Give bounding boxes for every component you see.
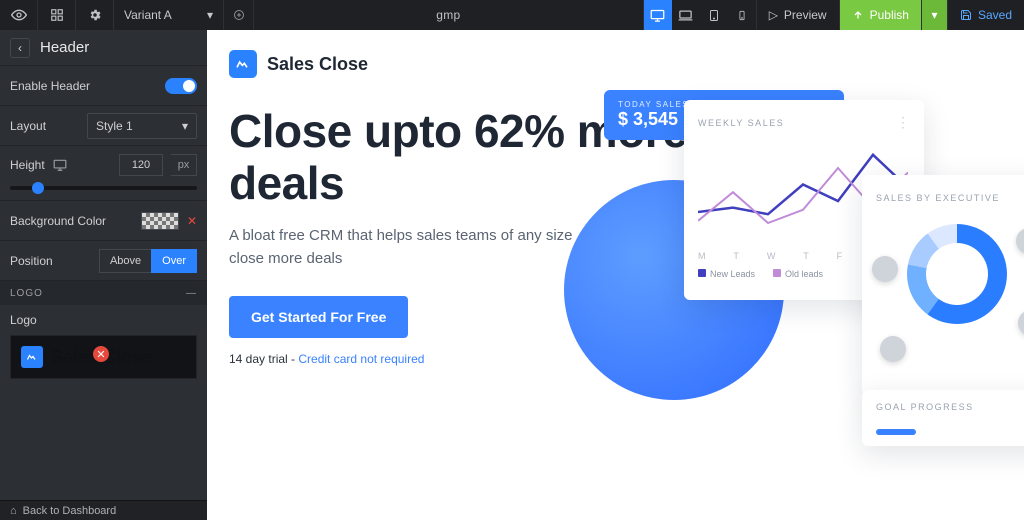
height-unit[interactable]: px (171, 154, 197, 176)
device-switcher (643, 0, 756, 30)
panel-title: Header (40, 39, 89, 56)
device-desktop-icon[interactable] (644, 0, 672, 30)
height-label: Height (10, 158, 45, 172)
add-variant-button[interactable] (224, 0, 254, 30)
position-over[interactable]: Over (151, 249, 197, 273)
page-title: gmp (254, 8, 643, 22)
legend-new: New Leads (710, 269, 755, 279)
back-to-dashboard-label: Back to Dashboard (23, 505, 117, 517)
collapse-icon: — (186, 288, 197, 299)
panel-footer[interactable]: ⌂ Back to Dashboard (0, 500, 207, 520)
today-label: TODAY SALES (618, 100, 689, 109)
device-tablet-icon[interactable] (700, 0, 728, 30)
cta-button[interactable]: Get Started For Free (229, 296, 408, 338)
device-mobile-icon[interactable] (728, 0, 756, 30)
device-laptop-icon[interactable] (672, 0, 700, 30)
position-above[interactable]: Above (99, 249, 151, 273)
avatar (1016, 228, 1024, 254)
publish-dropdown[interactable]: ▾ (921, 0, 947, 30)
panel-back-button[interactable]: ‹ (10, 38, 30, 58)
variant-select[interactable]: Variant A ▾ (114, 0, 224, 30)
height-slider[interactable] (10, 186, 197, 190)
bgcolor-label: Background Color (10, 214, 106, 228)
layout-select[interactable]: Style 1 ▾ (87, 113, 197, 139)
today-value: $ 3,545 (618, 109, 689, 130)
brand-logo-icon (229, 50, 257, 78)
layout-value: Style 1 (96, 119, 133, 133)
upload-icon (852, 9, 864, 21)
enable-header-label: Enable Header (10, 79, 90, 93)
saved-indicator[interactable]: Saved (947, 0, 1024, 30)
saved-label: Saved (978, 8, 1012, 22)
logo-preview[interactable]: Sales Close ✕ (10, 335, 197, 379)
chevron-down-icon: ▾ (182, 119, 188, 133)
logo-delete-icon[interactable]: ✕ (93, 346, 109, 362)
site-header[interactable]: Sales Close (207, 30, 1024, 78)
avatar (872, 256, 898, 282)
variant-label: Variant A (124, 8, 172, 22)
bgcolor-clear-icon[interactable]: ✕ (187, 214, 197, 228)
position-label: Position (10, 254, 53, 268)
layout-label: Layout (10, 119, 46, 133)
grid-icon[interactable] (38, 0, 76, 30)
hero-subtext[interactable]: A bloat free CRM that helps sales teams … (229, 225, 579, 270)
play-icon: ▷ (769, 8, 778, 22)
avatar (1018, 310, 1024, 336)
hero-mockup: WEEKLY SALES ⋮ MTWTFSS New Leads Old lea… (604, 90, 1024, 520)
publish-label: Publish (870, 8, 909, 22)
bgcolor-swatch[interactable] (141, 212, 179, 230)
properties-panel: ‹ Header Enable Header Layout Style 1 ▾ … (0, 30, 207, 520)
chevron-down-icon: ▾ (207, 8, 213, 22)
home-icon: ⌂ (10, 505, 17, 517)
avatar (880, 336, 906, 362)
section-logo-header[interactable]: LOGO — (0, 281, 207, 305)
preview-visibility-icon[interactable] (0, 0, 38, 30)
chevron-left-icon: ‹ (18, 41, 22, 55)
brand-name: Sales Close (267, 54, 368, 75)
weekly-label: WEEKLY SALES (698, 118, 784, 128)
preview-button[interactable]: ▷ Preview (756, 0, 839, 30)
logo-label: Logo (10, 313, 197, 327)
device-desktop-icon (53, 158, 67, 172)
publish-button[interactable]: Publish (839, 0, 921, 30)
section-logo-label: LOGO (10, 288, 43, 299)
topbar: Variant A ▾ gmp ▷ Preview Publish ▾ Save… (0, 0, 1024, 30)
canvas[interactable]: Sales Close Close upto 62% more deals A … (207, 30, 1024, 520)
slider-thumb[interactable] (32, 182, 44, 194)
trial-link[interactable]: Credit card not required (298, 352, 424, 366)
chevron-down-icon: ▾ (931, 8, 937, 22)
goal-bar (876, 429, 916, 435)
exec-donut-chart (907, 224, 1007, 324)
save-icon (960, 9, 972, 21)
trial-prefix: 14 day trial - (229, 352, 298, 366)
more-icon: ⋮ (896, 114, 910, 131)
logo-badge-icon (21, 346, 43, 368)
exec-label: SALES BY EXECUTIVE (876, 193, 1000, 203)
settings-gear-icon[interactable] (76, 0, 114, 30)
sales-by-executive-card: SALES BY EXECUTIVE ⋮ (862, 175, 1024, 395)
height-input[interactable]: 120 (119, 154, 163, 176)
goal-progress-card: GOAL PROGRESS ⋮ (862, 390, 1024, 446)
enable-header-toggle[interactable] (165, 78, 197, 94)
legend-old: Old leads (785, 269, 823, 279)
goal-label: GOAL PROGRESS (876, 402, 974, 419)
preview-label: Preview (784, 8, 827, 22)
position-segment: Above Over (99, 249, 197, 273)
